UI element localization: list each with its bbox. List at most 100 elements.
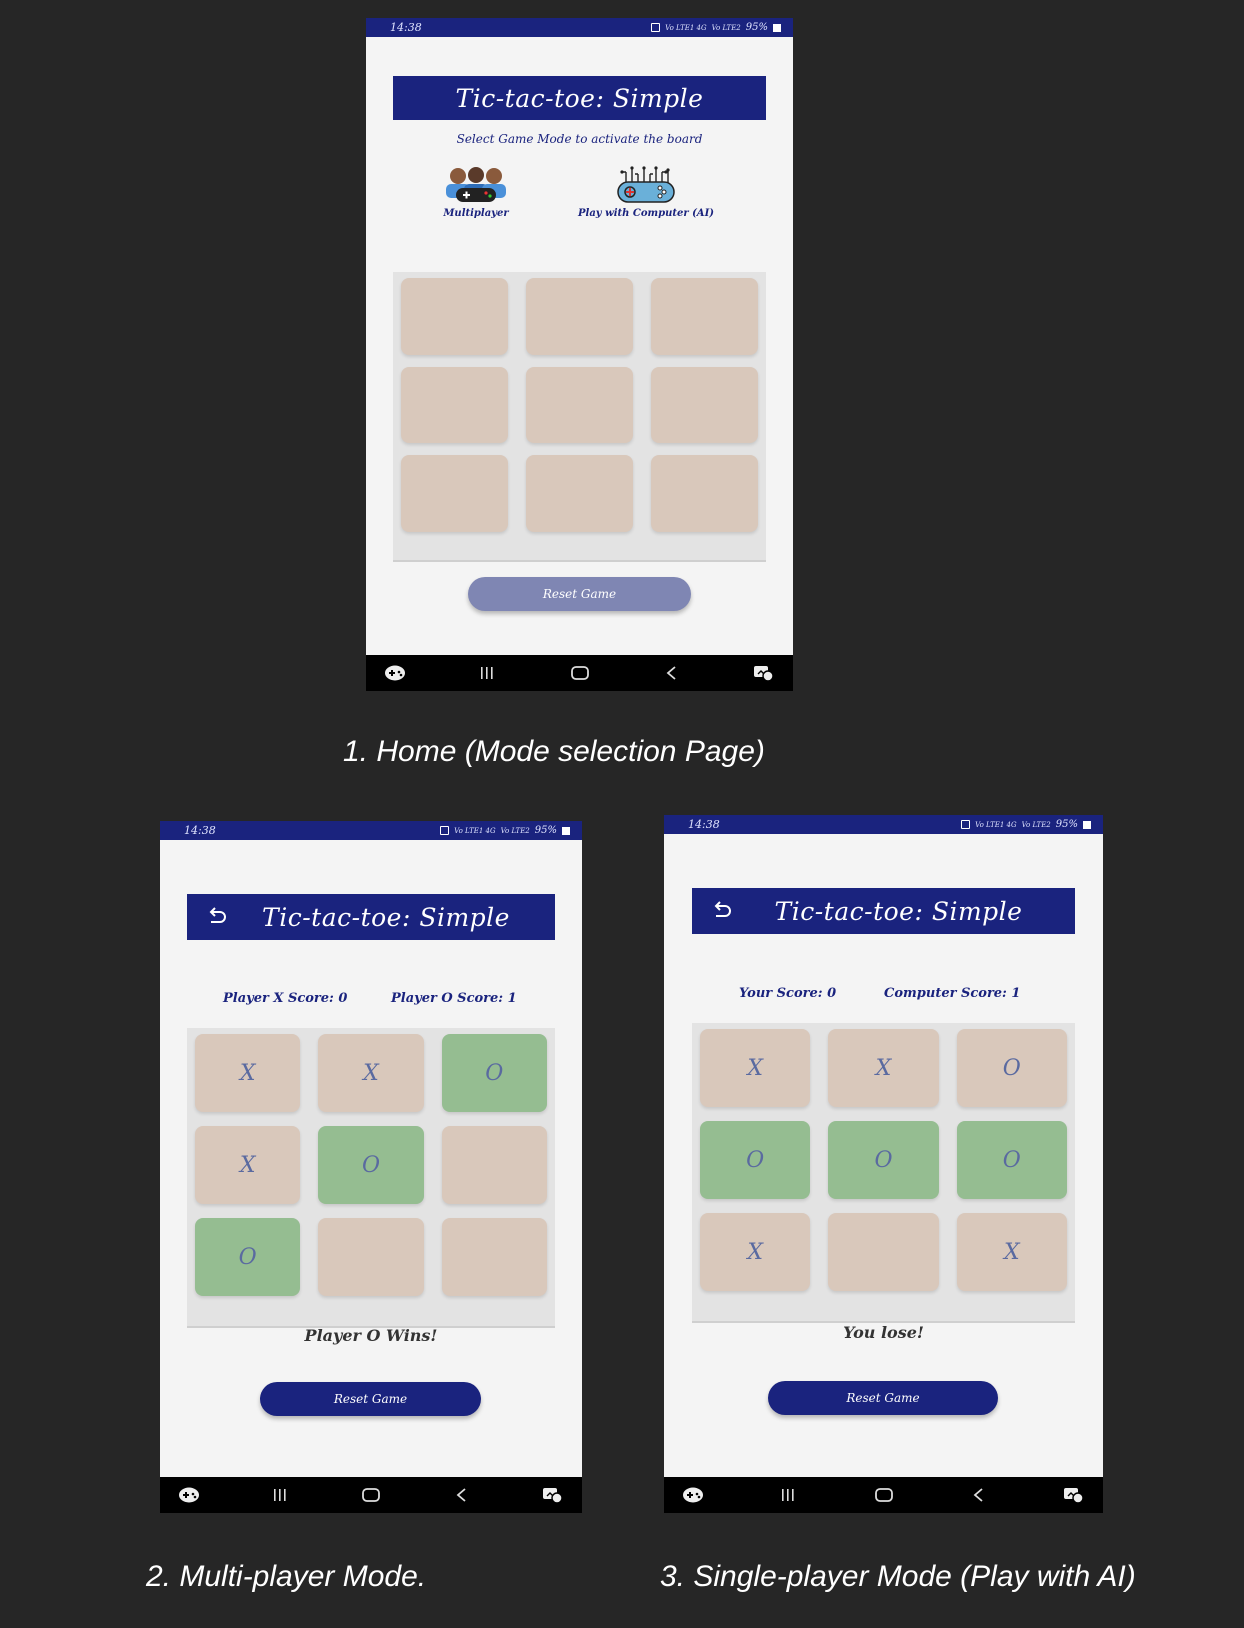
status-time: 14:38 bbox=[390, 21, 422, 34]
android-nav-bar bbox=[664, 1477, 1103, 1513]
status-icons: Vo LTE1 4G Vo LTE2 95% bbox=[440, 825, 570, 836]
recent-apps-icon[interactable] bbox=[773, 1483, 803, 1507]
ai-gamepad-icon bbox=[617, 166, 675, 203]
back-arrow-icon[interactable] bbox=[205, 905, 229, 929]
battery-level: 95% bbox=[1055, 819, 1078, 830]
notification-icon bbox=[440, 826, 450, 835]
game-board: X X O X O O bbox=[187, 1028, 555, 1328]
network-label: Vo LTE1 4G bbox=[665, 23, 707, 32]
board-cell[interactable]: O bbox=[956, 1029, 1067, 1107]
game-result: Player O Wins! bbox=[304, 1326, 438, 1345]
board-cell[interactable] bbox=[441, 1126, 547, 1204]
app-title-bar: Tic-tac-toe: Simple bbox=[393, 76, 766, 120]
notification-icon bbox=[651, 23, 661, 32]
multiplayer-gamepad-icon bbox=[446, 167, 506, 202]
game-launcher-icon[interactable] bbox=[678, 1483, 708, 1507]
battery-icon bbox=[773, 23, 781, 32]
board-cell[interactable]: O bbox=[700, 1121, 811, 1199]
board-cell[interactable]: X bbox=[828, 1029, 939, 1107]
board-cell[interactable] bbox=[828, 1213, 939, 1291]
computer-score: Computer Score: 1 bbox=[884, 986, 1021, 1001]
game-launcher-icon[interactable] bbox=[380, 661, 410, 685]
board-cell[interactable] bbox=[318, 1218, 424, 1296]
app-title: Tic-tac-toe: Simple bbox=[455, 83, 704, 113]
board-cell[interactable] bbox=[526, 366, 633, 444]
status-time: 14:38 bbox=[184, 824, 216, 837]
player-x-score: Player X Score: 0 bbox=[223, 991, 348, 1006]
board-cell[interactable]: O bbox=[956, 1121, 1067, 1199]
back-nav-icon[interactable] bbox=[964, 1483, 994, 1507]
player-o-score: Player O Score: 1 bbox=[391, 991, 517, 1006]
battery-icon bbox=[562, 826, 570, 835]
game-launcher-icon[interactable] bbox=[174, 1483, 204, 1507]
notification-icon bbox=[961, 820, 971, 829]
phone-multiplayer: 14:38 Vo LTE1 4G Vo LTE2 95% Tic-tac-toe… bbox=[160, 821, 582, 1513]
reset-game-button[interactable]: Reset Game bbox=[260, 1382, 481, 1416]
status-time: 14:38 bbox=[688, 818, 720, 831]
board-cell[interactable] bbox=[526, 455, 633, 532]
home-icon[interactable] bbox=[869, 1483, 899, 1507]
recent-apps-icon[interactable] bbox=[265, 1483, 295, 1507]
network-label-2: Vo LTE2 bbox=[1021, 820, 1051, 829]
app-title: Tic-tac-toe: Simple bbox=[774, 896, 1023, 926]
android-nav-bar bbox=[366, 655, 793, 691]
screen-capture-icon[interactable] bbox=[1059, 1483, 1089, 1507]
status-bar: 14:38 Vo LTE1 4G Vo LTE2 95% bbox=[664, 815, 1103, 834]
battery-level: 95% bbox=[534, 825, 557, 836]
your-score: Your Score: 0 bbox=[739, 986, 837, 1001]
app-title: Tic-tac-toe: Simple bbox=[262, 902, 510, 932]
screen-capture-icon[interactable] bbox=[538, 1483, 568, 1507]
ai-mode-label: Play with Computer (AI) bbox=[578, 208, 714, 219]
battery-level: 95% bbox=[745, 22, 768, 33]
board-cell[interactable] bbox=[526, 278, 633, 355]
android-nav-bar bbox=[160, 1477, 582, 1513]
board-cell[interactable]: O bbox=[441, 1034, 547, 1112]
multiplayer-mode-button[interactable]: Multiplayer bbox=[431, 164, 521, 219]
board-cell[interactable] bbox=[401, 455, 508, 532]
home-icon[interactable] bbox=[565, 661, 595, 685]
back-nav-icon[interactable] bbox=[447, 1483, 477, 1507]
board-cell[interactable] bbox=[651, 278, 758, 355]
recent-apps-icon[interactable] bbox=[472, 661, 502, 685]
home-icon[interactable] bbox=[356, 1483, 386, 1507]
network-label: Vo LTE1 4G bbox=[454, 826, 496, 835]
mode-instruction: Select Game Mode to activate the board bbox=[456, 132, 703, 146]
board-cell[interactable] bbox=[401, 278, 508, 355]
network-label-2: Vo LTE2 bbox=[711, 23, 741, 32]
board-cell[interactable]: X bbox=[956, 1213, 1067, 1291]
phone-singleplayer: 14:38 Vo LTE1 4G Vo LTE2 95% Tic-tac-toe… bbox=[664, 815, 1103, 1513]
board-cell[interactable] bbox=[651, 366, 758, 444]
multiplayer-label: Multiplayer bbox=[443, 208, 509, 219]
board-cell[interactable]: O bbox=[318, 1126, 424, 1204]
network-label-2: Vo LTE2 bbox=[500, 826, 530, 835]
status-bar: 14:38 Vo LTE1 4G Vo LTE2 95% bbox=[366, 18, 793, 37]
back-arrow-icon[interactable] bbox=[710, 899, 734, 923]
screen-capture-icon[interactable] bbox=[749, 661, 779, 685]
reset-game-button[interactable]: Reset Game bbox=[468, 577, 691, 611]
phone-home: 14:38 Vo LTE1 4G Vo LTE2 95% Tic-tac-toe… bbox=[366, 18, 793, 691]
game-board bbox=[393, 272, 766, 562]
board-cell[interactable]: X bbox=[195, 1034, 301, 1112]
status-icons: Vo LTE1 4G Vo LTE2 95% bbox=[651, 22, 781, 33]
board-cell[interactable] bbox=[401, 366, 508, 444]
board-cell[interactable]: O bbox=[828, 1121, 939, 1199]
board-cell[interactable] bbox=[651, 455, 758, 532]
board-cell[interactable]: X bbox=[700, 1213, 811, 1291]
board-cell[interactable] bbox=[441, 1218, 547, 1296]
back-nav-icon[interactable] bbox=[657, 661, 687, 685]
app-title-bar: Tic-tac-toe: Simple bbox=[187, 894, 555, 940]
game-board: X X O O O O X X bbox=[692, 1023, 1075, 1323]
battery-icon bbox=[1083, 820, 1091, 829]
network-label: Vo LTE1 4G bbox=[975, 820, 1017, 829]
caption-singleplayer: 3. Single-player Mode (Play with AI) bbox=[660, 1560, 1136, 1593]
status-bar: 14:38 Vo LTE1 4G Vo LTE2 95% bbox=[160, 821, 582, 840]
board-cell[interactable]: X bbox=[195, 1126, 301, 1204]
board-cell[interactable]: X bbox=[318, 1034, 424, 1112]
reset-game-button[interactable]: Reset Game bbox=[768, 1381, 998, 1415]
board-cell[interactable]: X bbox=[700, 1029, 811, 1107]
caption-home: 1. Home (Mode selection Page) bbox=[343, 735, 765, 768]
caption-multiplayer: 2. Multi-player Mode. bbox=[146, 1560, 427, 1593]
ai-mode-button[interactable]: Play with Computer (AI) bbox=[571, 164, 721, 219]
board-cell[interactable]: O bbox=[195, 1218, 301, 1296]
status-icons: Vo LTE1 4G Vo LTE2 95% bbox=[961, 819, 1091, 830]
